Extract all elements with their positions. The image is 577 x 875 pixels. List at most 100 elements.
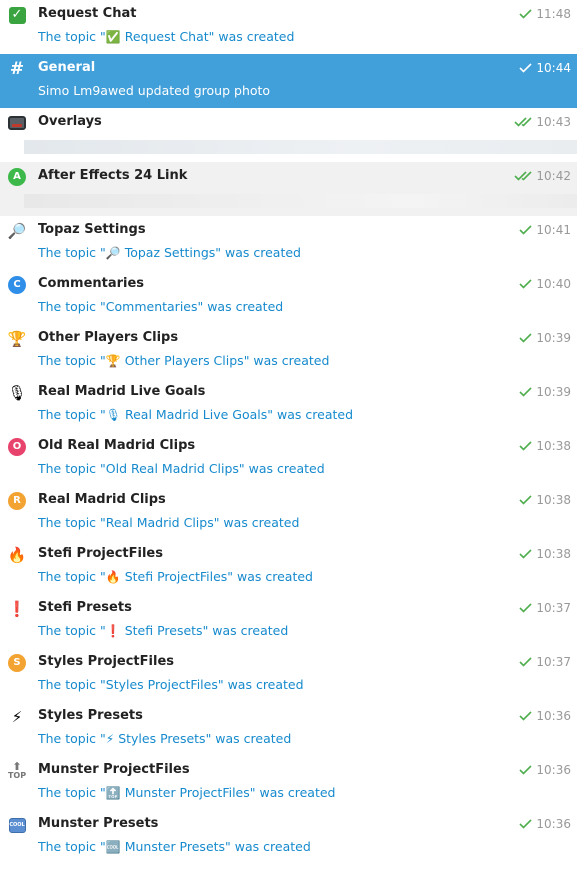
topic-row-stefi-presets[interactable]: ❗ Stefi Presets The topic "❗ Stefi Presets…	[0, 594, 577, 648]
topic-last-message: The topic "Real Madrid Clips" was create…	[38, 515, 300, 530]
topic-row-topaz[interactable]: 🔎 Topaz Settings The topic "🔎 Topaz Settin…	[0, 216, 577, 270]
topic-last-message: Simo Lm9awed updated group photo	[38, 83, 271, 98]
topic-title: Styles ProjectFiles	[38, 654, 174, 669]
message-time: 10:36	[536, 763, 571, 777]
message-topic-name: Other Players Clips	[120, 353, 244, 368]
message-topic-name: Styles Presets	[114, 731, 206, 746]
message-prefix: The topic "	[38, 245, 106, 260]
message-emoji: ❗	[105, 624, 121, 638]
message-suffix: " was created	[227, 569, 313, 584]
topic-last-message: The topic "🔥 Stefi ProjectFiles" was cre…	[38, 569, 567, 584]
message-time: 10:42	[536, 169, 571, 183]
message-topic-name: Munster Presets	[120, 839, 226, 854]
tv-icon	[7, 113, 27, 133]
message-time: 10:37	[536, 601, 571, 615]
topic-title: Commentaries	[38, 276, 145, 291]
message-time: 10:39	[536, 331, 571, 345]
message-meta: 10:39	[519, 331, 571, 345]
topic-last-message: The topic "❗ Stefi Presets" was created	[38, 623, 567, 638]
badge-o-icon: O	[7, 437, 27, 457]
topic-title: Overlays	[38, 114, 102, 129]
topic-row-real-madrid-live[interactable]: 🎙 Real Madrid Live Goals The topic "🎙 Real…	[0, 378, 577, 432]
topic-last-message: The topic "Commentaries" was created	[38, 299, 284, 314]
message-meta: 10:38	[519, 493, 571, 507]
topic-row-old-real-madrid[interactable]: O Old Real Madrid Clips The topic "Old Rea…	[0, 432, 577, 486]
check-icon	[519, 765, 532, 775]
message-emoji: 🏆	[105, 354, 121, 368]
topic-row-munster-projectfiles[interactable]: ⬆ TOP Munster ProjectFiles The topic "🔝 Mun…	[0, 756, 577, 810]
check-icon	[519, 9, 532, 19]
message-time: 10:36	[536, 817, 571, 831]
check-icon	[519, 819, 532, 829]
topic-row-after-effects[interactable]: A After Effects 24 Link 10:42	[0, 162, 577, 216]
topic-row-styles-presets[interactable]: ⚡ Styles Presets The topic "⚡ Styles Prese…	[0, 702, 577, 756]
message-meta: 10:38	[519, 547, 571, 561]
topic-last-message: The topic "🔝 Munster ProjectFiles" was c…	[38, 785, 567, 800]
topic-title: Request Chat	[38, 6, 137, 21]
message-meta: 10:40	[519, 277, 571, 291]
message-topic-name: Real Madrid Live Goals	[121, 407, 268, 422]
message-meta: 10:36	[519, 817, 571, 831]
message-suffix: " was created	[208, 29, 295, 44]
exclamation-icon: ❗	[7, 600, 27, 618]
green-check-icon: ✓	[7, 5, 27, 25]
topic-title: General	[38, 60, 96, 75]
topic-last-message: The topic "🏆 Other Players Clips" was cr…	[38, 353, 567, 368]
message-prefix: The topic "	[38, 29, 106, 44]
message-emoji: 🆒	[105, 840, 121, 854]
trophy-icon: 🏆	[7, 330, 27, 348]
message-prefix: The topic "	[38, 731, 106, 746]
message-emoji: 🔥	[105, 570, 121, 584]
message-time: 11:48	[536, 7, 571, 21]
topic-last-message: The topic "Styles ProjectFiles" was crea…	[38, 677, 304, 692]
topic-list: ✓ Request Chat The topic "✅ Request Chat" …	[0, 0, 577, 864]
topic-row-munster-presets[interactable]: COOL Munster Presets The topic "🆒 Munster …	[0, 810, 577, 864]
topic-row-real-madrid-clips[interactable]: R Real Madrid Clips The topic "Real Madrid…	[0, 486, 577, 540]
message-meta: 10:37	[519, 655, 571, 669]
message-prefix: The topic "	[38, 785, 106, 800]
topic-row-commentaries[interactable]: C Commentaries The topic "Commentaries" wa…	[0, 270, 577, 324]
message-time: 10:40	[536, 277, 571, 291]
topic-row-general[interactable]: # General Simo Lm9awed updated group photo…	[0, 54, 577, 108]
microphone-icon: 🎙	[7, 384, 27, 402]
badge-s-icon: S	[7, 653, 27, 673]
topic-row-other-players[interactable]: 🏆 Other Players Clips The topic "🏆 Other P…	[0, 324, 577, 378]
top-arrow-icon: ⬆ TOP	[7, 760, 27, 780]
topic-row-styles-projectfiles[interactable]: S Styles ProjectFiles The topic "Styles Pr…	[0, 648, 577, 702]
message-time: 10:39	[536, 385, 571, 399]
message-meta: 10:36	[519, 763, 571, 777]
message-meta: 11:48	[519, 7, 571, 21]
message-meta: 10:41	[519, 223, 571, 237]
topic-row-stefi-projectfiles[interactable]: 🔥 Stefi ProjectFiles The topic "🔥 Stefi Pr…	[0, 540, 577, 594]
check-icon	[519, 495, 532, 505]
message-meta: 10:37	[519, 601, 571, 615]
check-icon	[519, 549, 532, 559]
message-time: 10:44	[536, 61, 571, 75]
check-icon	[519, 387, 532, 397]
message-topic-name: Request Chat	[120, 29, 209, 44]
cool-icon: COOL	[7, 815, 27, 835]
message-suffix: " was created	[249, 785, 336, 800]
check-icon	[519, 711, 532, 721]
check-icon	[519, 225, 532, 235]
badge-r-icon: R	[7, 491, 27, 511]
check-icon	[519, 657, 532, 667]
topic-title: Stefi ProjectFiles	[38, 546, 163, 561]
check-icon	[519, 279, 532, 289]
topic-title: After Effects 24 Link	[38, 168, 188, 183]
topic-title: Munster ProjectFiles	[38, 762, 190, 777]
topic-title: Other Players Clips	[38, 330, 179, 345]
check-icon	[519, 603, 532, 613]
double-check-icon	[514, 171, 532, 181]
badge-a-icon: A	[7, 167, 27, 187]
topic-title: Stefi Presets	[38, 600, 132, 615]
message-suffix: " was created	[202, 623, 289, 638]
topic-title: Old Real Madrid Clips	[38, 438, 196, 453]
check-icon	[519, 441, 532, 451]
topic-title: Styles Presets	[38, 708, 143, 723]
message-time: 10:41	[536, 223, 571, 237]
topic-row-overlays[interactable]: Overlays 10:43	[0, 108, 577, 162]
message-prefix: The topic "	[38, 407, 106, 422]
message-meta: 10:39	[519, 385, 571, 399]
topic-row-request-chat[interactable]: ✓ Request Chat The topic "✅ Request Chat" …	[0, 0, 577, 54]
